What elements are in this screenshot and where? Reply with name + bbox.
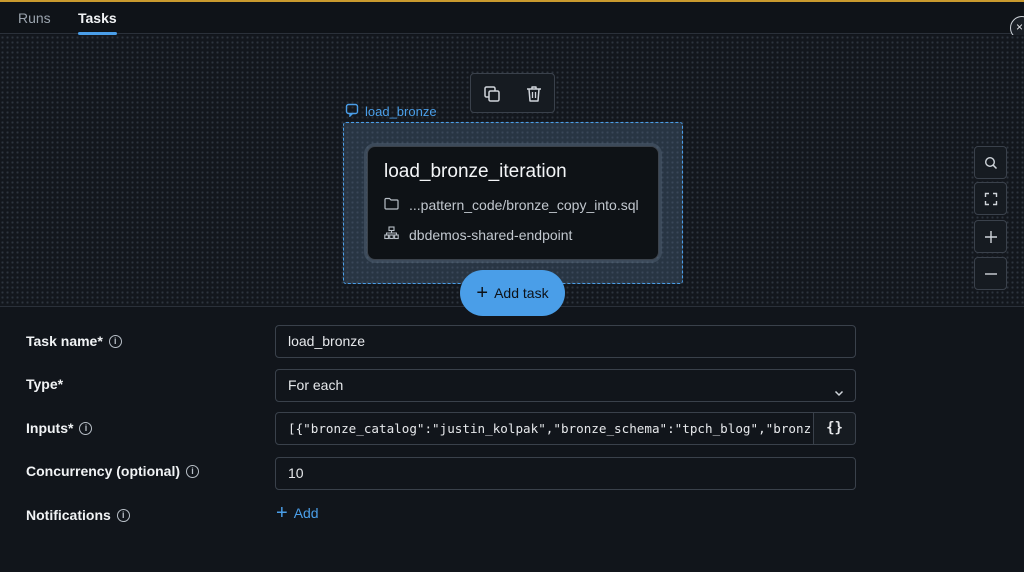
fit-view-icon[interactable] (974, 182, 1007, 215)
info-icon[interactable]: i (79, 421, 93, 435)
zoom-in-icon[interactable] (974, 220, 1007, 253)
type-label: Type* (26, 376, 63, 392)
task-card-endpoint-row: dbdemos-shared-endpoint (384, 226, 572, 243)
info-icon[interactable]: i (108, 334, 122, 348)
node-toolbar (470, 73, 555, 113)
task-name-label-text: Task name* (26, 333, 103, 349)
type-select[interactable]: For each (275, 369, 856, 402)
concurrency-label: Concurrency (optional) i (26, 463, 200, 479)
type-select-value: For each (288, 377, 344, 393)
group-label-text: load_bronze (365, 104, 437, 119)
concurrency-label-text: Concurrency (optional) (26, 463, 181, 479)
chevron-down-icon (833, 379, 845, 401)
plus-icon: + (476, 282, 489, 304)
info-icon[interactable]: i (116, 508, 130, 522)
plus-icon: + (276, 502, 288, 524)
sql-warehouse-icon (384, 226, 399, 243)
search-icon[interactable] (974, 146, 1007, 179)
type-label-text: Type* (26, 376, 64, 392)
task-card-endpoint: dbdemos-shared-endpoint (409, 226, 573, 243)
zoom-out-icon[interactable] (974, 257, 1007, 290)
tab-bar: Runs Tasks × (0, 2, 1024, 40)
task-card-path: ...pattern_code/bronze_copy_into.sql (409, 197, 639, 213)
task-name-label: Task name* i (26, 333, 122, 349)
inputs-field[interactable]: [{"bronze_catalog":"justin_kolpak","bron… (275, 412, 814, 445)
duplicate-icon[interactable] (481, 83, 503, 105)
task-card[interactable]: load_bronze_iteration ...pattern_code/br… (367, 146, 659, 260)
notifications-label: Notifications i (26, 507, 130, 523)
add-task-label: Add task (494, 285, 549, 301)
inputs-label: Inputs* i (26, 420, 93, 436)
add-task-button[interactable]: + Add task (460, 270, 565, 316)
task-card-title: load_bronze_iteration (384, 161, 567, 182)
info-icon[interactable]: i (186, 464, 200, 478)
notifications-label-text: Notifications (26, 507, 111, 523)
json-editor-button[interactable]: {} (813, 412, 856, 445)
tab-runs[interactable]: Runs (18, 10, 51, 34)
concurrency-input[interactable]: 10 (275, 457, 856, 490)
trash-icon[interactable] (523, 83, 545, 105)
inputs-label-text: Inputs* (26, 420, 74, 436)
add-notification-label: Add (293, 505, 319, 521)
task-card-path-row: ...pattern_code/bronze_copy_into.sql (384, 197, 639, 213)
tab-tasks[interactable]: Tasks (78, 10, 117, 35)
add-notification-button[interactable]: + Add (276, 502, 319, 524)
dag-canvas[interactable]: load_bronze load_bronze_iteration ...pat… (0, 35, 1024, 316)
loop-task-icon (345, 103, 359, 120)
folder-icon (384, 197, 399, 213)
task-name-input[interactable]: load_bronze (275, 325, 856, 358)
group-label[interactable]: load_bronze (345, 103, 437, 120)
